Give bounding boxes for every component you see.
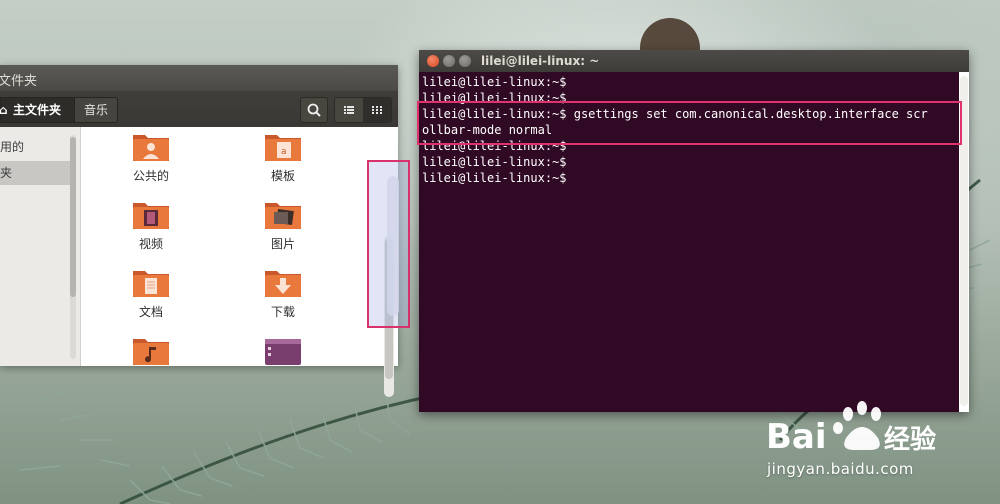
folder-label: 图片: [270, 237, 295, 251]
icon-view-button[interactable]: [363, 98, 391, 122]
terminal-line: lilei@lilei-linux:~$: [422, 171, 567, 185]
folder-label: 公共的: [132, 169, 169, 183]
svg-text:经验: 经验: [884, 424, 936, 455]
folder-item[interactable]: a 模板: [233, 129, 333, 189]
home-folder-button[interactable]: ⌂ 主文件夹: [0, 97, 76, 123]
search-icon: [307, 103, 321, 117]
file-manager-toolbar: ⌂ 主文件夹 音乐: [0, 91, 398, 127]
search-button[interactable]: [300, 97, 328, 123]
sidebar-scrollbar[interactable]: [70, 135, 76, 359]
svg-text:a: a: [281, 147, 287, 157]
sidebar-item-home[interactable]: 夹: [0, 161, 70, 185]
terminal-titlebar[interactable]: lilei@lilei-linux: ~: [419, 50, 969, 72]
folder-item[interactable]: 公共的: [101, 129, 201, 189]
folder-item[interactable]: 视频: [101, 197, 201, 257]
sidebar-item-label: 用的: [0, 140, 25, 154]
folder-public-icon: [133, 135, 169, 161]
grid-view-icon: [372, 106, 382, 114]
home-icon: ⌂: [0, 103, 8, 117]
terminal-line: lilei@lilei-linux:~$: [422, 155, 567, 169]
close-button[interactable]: [427, 55, 439, 67]
folder-label: 下载: [270, 305, 295, 319]
folder-videos-icon: [133, 203, 169, 229]
folder-item[interactable]: [233, 333, 333, 366]
folder-item[interactable]: 图片: [233, 197, 333, 257]
file-manager-window: 文件夹 ⌂ 主文件夹 音乐 用的 夹 公共的 a 模板 视频 图片 文档 下载: [0, 65, 398, 397]
overlay-scrollbar-highlight: [367, 160, 410, 328]
minimize-button[interactable]: [443, 55, 455, 67]
folder-label: 文档: [138, 305, 163, 319]
folder-music-icon: [133, 339, 169, 365]
folder-download-icon: [265, 271, 301, 297]
folder-item[interactable]: 下载: [233, 265, 333, 325]
ubuntu-desktop-icon: [265, 339, 301, 365]
folder-templates-icon: a: [265, 135, 301, 161]
terminal-title: lilei@lilei-linux: ~: [481, 54, 600, 68]
folder-pictures-icon: [265, 203, 301, 229]
overlay-scroll-thumb[interactable]: [387, 176, 399, 316]
music-breadcrumb-button[interactable]: 音乐: [74, 97, 118, 123]
sidebar-item-recent[interactable]: 用的: [0, 135, 70, 159]
folder-item[interactable]: [101, 333, 201, 366]
svg-text:Bai: Bai: [766, 417, 827, 457]
file-manager-sidebar: 用的 夹: [0, 127, 81, 366]
file-manager-content: 公共的 a 模板 视频 图片 文档 下载: [81, 127, 398, 366]
list-view-button[interactable]: [335, 98, 364, 122]
maximize-button[interactable]: [459, 55, 471, 67]
terminal-line: lilei@lilei-linux:~$: [422, 75, 567, 89]
file-manager-title: 文件夹: [0, 74, 38, 89]
file-manager-titlebar[interactable]: 文件夹: [0, 65, 398, 91]
view-mode-group: [334, 97, 392, 123]
watermark-site-text: jingyan.baidu.com: [767, 460, 914, 478]
folder-label: 模板: [270, 169, 295, 183]
sidebar-item-label: 夹: [0, 166, 13, 180]
sidebar-scroll-thumb[interactable]: [70, 137, 76, 297]
folder-label: 视频: [138, 237, 163, 251]
list-view-icon: [344, 106, 354, 114]
folder-item[interactable]: 文档: [101, 265, 201, 325]
command-highlight-box: [417, 101, 962, 145]
home-folder-label: 主文件夹: [13, 103, 62, 117]
music-breadcrumb-label: 音乐: [83, 103, 108, 117]
folder-documents-icon: [133, 271, 169, 297]
